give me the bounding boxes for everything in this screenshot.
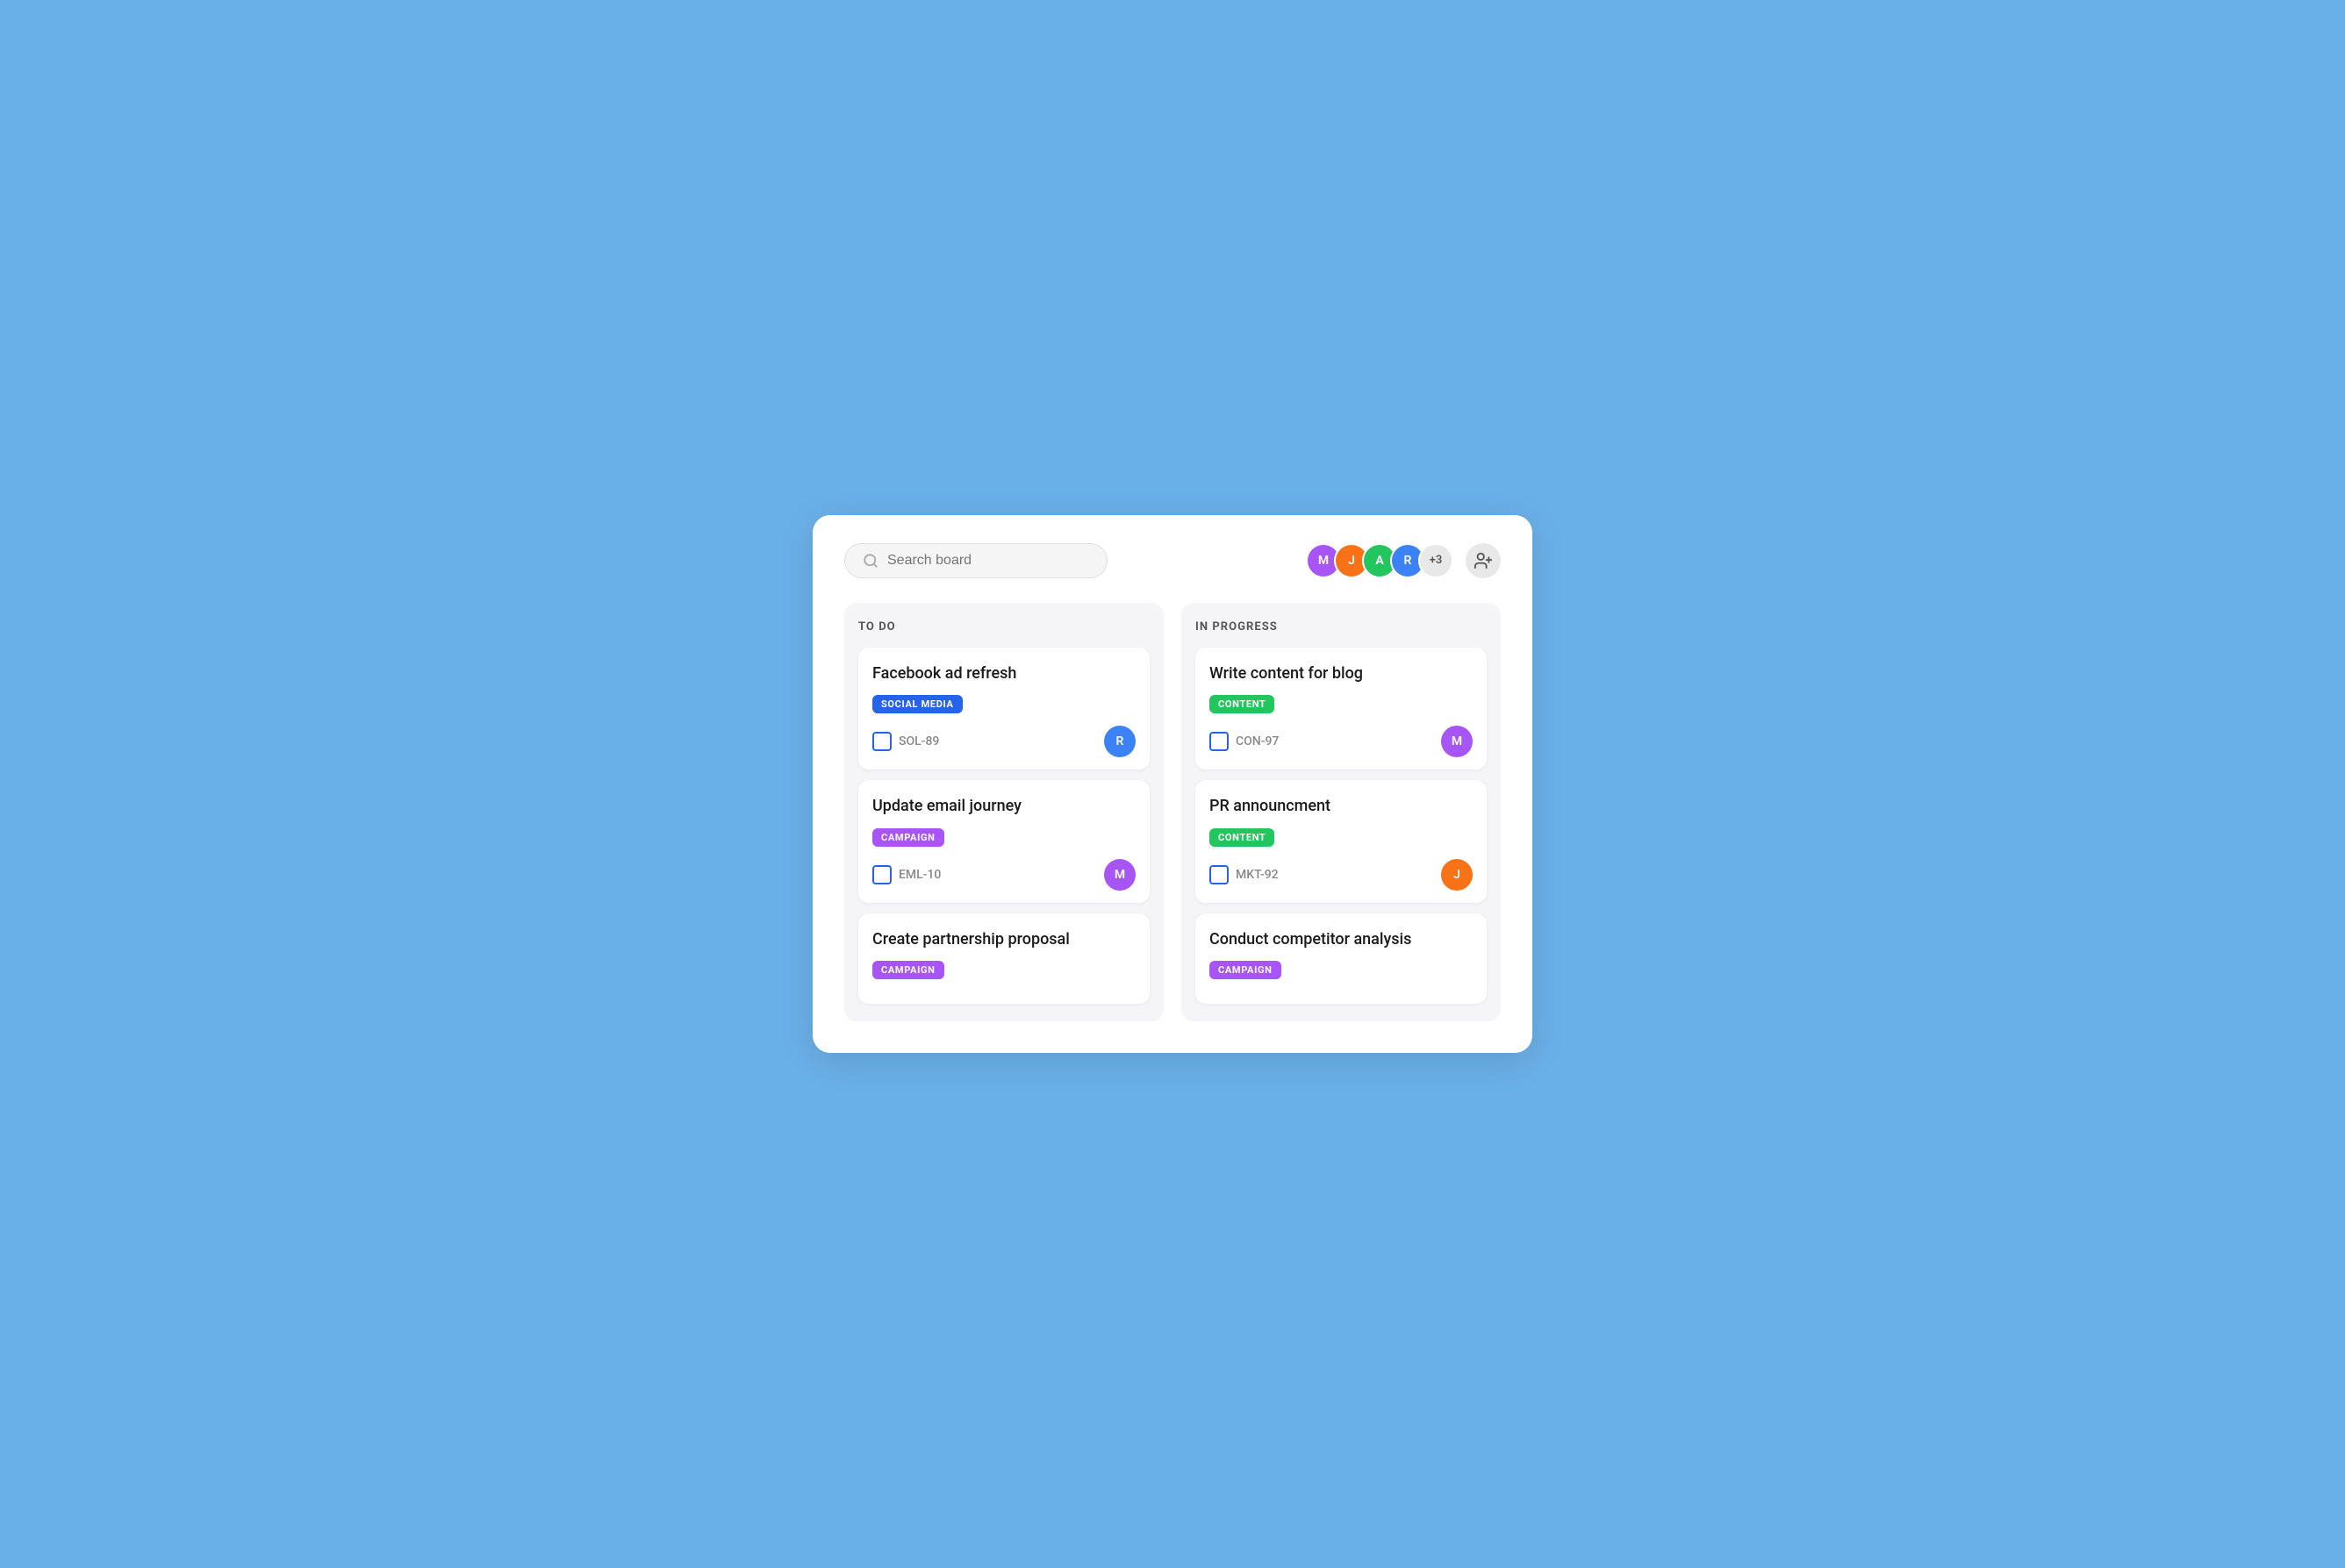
card-4-footer: CON-97 M [1209,726,1473,757]
card-4-id-icon [1209,732,1229,751]
card-1-assignee: R [1104,726,1136,757]
column-todo: TO DO Facebook ad refresh SOCIAL MEDIA S… [844,603,1164,1021]
more-members-badge: +3 [1418,543,1453,578]
search-icon [863,553,878,569]
card-1-footer: SOL-89 R [872,726,1136,757]
card-write-content-for-blog: Write content for blog CONTENT CON-97 M [1195,648,1487,770]
column-in-progress: IN PROGRESS Write content for blog CONTE… [1181,603,1501,1021]
card-1-ticket: SOL-89 [899,734,939,748]
card-2-footer: EML-10 M [872,859,1136,891]
card-3-tag: CAMPAIGN [872,961,944,979]
header-right: M J A R +3 [1306,543,1501,578]
card-1-title: Facebook ad refresh [872,663,1136,684]
card-conduct-competitor-analysis: Conduct competitor analysis CAMPAIGN [1195,913,1487,1004]
card-4-title: Write content for blog [1209,663,1473,684]
card-6-title: Conduct competitor analysis [1209,929,1473,949]
avatar-group: M J A R +3 [1306,543,1453,578]
add-member-button[interactable] [1466,543,1501,578]
card-6-tag: CAMPAIGN [1209,961,1281,979]
todo-cards: Facebook ad refresh SOCIAL MEDIA SOL-89 … [858,648,1150,1004]
card-2-tag: CAMPAIGN [872,828,944,847]
card-1-id-icon [872,732,892,751]
card-2-title: Update email journey [872,796,1136,816]
card-5-id: MKT-92 [1209,865,1279,884]
search-input[interactable] [887,553,1089,569]
card-pr-announcement: PR announcment CONTENT MKT-92 J [1195,780,1487,902]
board-columns: TO DO Facebook ad refresh SOCIAL MEDIA S… [844,603,1501,1021]
card-5-tag: CONTENT [1209,828,1274,847]
person-add-icon [1474,551,1493,570]
column-todo-title: TO DO [858,620,1150,634]
card-2-assignee: M [1104,859,1136,891]
card-1-tag: SOCIAL MEDIA [872,695,963,713]
card-create-partnership-proposal: Create partnership proposal CAMPAIGN [858,913,1150,1004]
card-5-footer: MKT-92 J [1209,859,1473,891]
in-progress-cards: Write content for blog CONTENT CON-97 M … [1195,648,1487,1004]
card-5-assignee: J [1441,859,1473,891]
card-update-email-journey: Update email journey CAMPAIGN EML-10 M [858,780,1150,902]
card-4-tag: CONTENT [1209,695,1274,713]
card-2-ticket: EML-10 [899,868,941,882]
board-container: M J A R +3 TO DO [813,515,1532,1053]
card-4-assignee: M [1441,726,1473,757]
board-header: M J A R +3 [844,543,1501,578]
card-5-id-icon [1209,865,1229,884]
card-2-id: EML-10 [872,865,941,884]
column-in-progress-title: IN PROGRESS [1195,620,1487,634]
card-4-ticket: CON-97 [1236,734,1279,748]
search-bar[interactable] [844,543,1108,578]
card-3-title: Create partnership proposal [872,929,1136,949]
card-4-id: CON-97 [1209,732,1279,751]
card-5-title: PR announcment [1209,796,1473,816]
card-2-id-icon [872,865,892,884]
card-5-ticket: MKT-92 [1236,868,1279,882]
card-facebook-ad-refresh: Facebook ad refresh SOCIAL MEDIA SOL-89 … [858,648,1150,770]
card-1-id: SOL-89 [872,732,939,751]
